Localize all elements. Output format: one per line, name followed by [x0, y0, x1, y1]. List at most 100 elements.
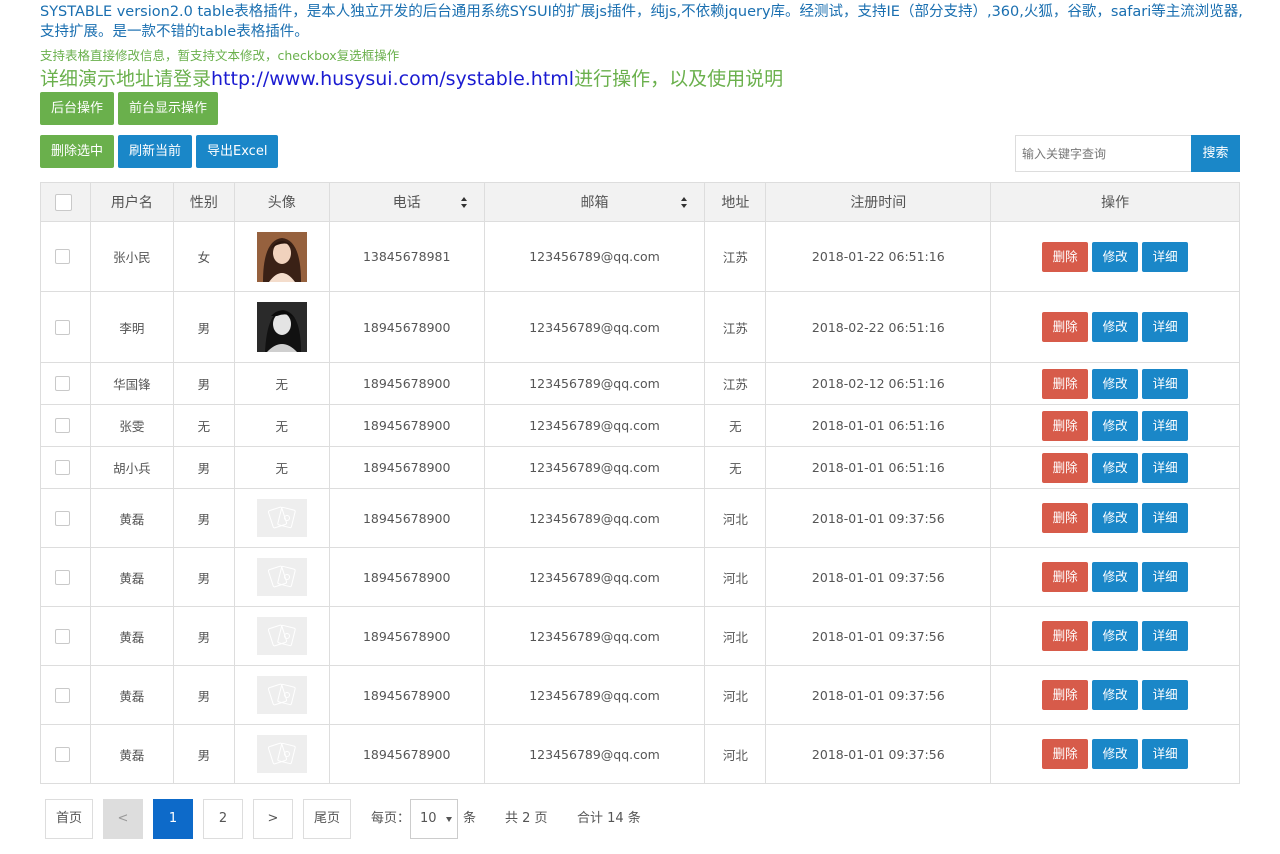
page-2-button[interactable]: 2	[203, 799, 243, 839]
header-phone[interactable]: 电话	[329, 183, 485, 222]
delete-row-button[interactable]: 删除	[1042, 452, 1089, 483]
actions-cell: 删除 修改 详细	[991, 666, 1241, 725]
edit-row-button[interactable]: 修改	[1092, 503, 1139, 533]
avatar-cell	[234, 489, 330, 548]
prev-page-button[interactable]: <	[103, 799, 143, 839]
demo-suffix: 进行操作，以及使用说明	[574, 68, 784, 90]
demo-link[interactable]: http://www.husysui.com/systable.html	[211, 68, 574, 90]
edit-row-button[interactable]: 修改	[1092, 452, 1139, 483]
backend-mode-button[interactable]: 后台操作	[40, 92, 115, 125]
address-cell: 江苏	[705, 363, 767, 405]
refresh-button[interactable]: 刷新当前	[118, 135, 193, 168]
delete-row-button[interactable]: 删除	[1042, 621, 1089, 651]
avatar-none-text: 无	[275, 377, 289, 392]
row-checkbox[interactable]	[55, 249, 70, 264]
detail-row-button[interactable]: 详细	[1142, 503, 1189, 533]
delete-row-button[interactable]: 删除	[1042, 503, 1089, 533]
edit-row-button[interactable]: 修改	[1092, 312, 1139, 342]
header-email[interactable]: 邮箱	[484, 183, 706, 222]
delete-row-button[interactable]: 删除	[1042, 312, 1089, 342]
demo-line: 详细演示地址请登录http://www.husysui.com/systable…	[40, 64, 783, 91]
avatar-cell: 无	[234, 405, 330, 447]
delete-row-button[interactable]: 删除	[1042, 739, 1089, 769]
row-checkbox[interactable]	[55, 746, 70, 762]
detail-row-button[interactable]: 详细	[1142, 562, 1189, 592]
row-checkbox[interactable]	[55, 376, 70, 391]
row-actions: 删除 修改 详细	[1042, 562, 1189, 592]
detail-row-button[interactable]: 详细	[1142, 621, 1189, 651]
detail-row-button[interactable]: 详细	[1142, 452, 1189, 483]
avatar-none-text: 无	[275, 419, 289, 434]
phone-cell: 18945678900	[329, 447, 485, 489]
username-cell: 黄磊	[90, 489, 174, 548]
frontend-mode-button[interactable]: 前台显示操作	[118, 92, 219, 125]
edit-row-button[interactable]: 修改	[1092, 410, 1139, 441]
gender-cell: 男	[173, 548, 235, 607]
table-row: 黄磊男 18945678900 123456789@qq.com 河北 2018-01-…	[41, 666, 1241, 725]
user-table: 用户名 性别 头像 电话 邮箱 地址 注册时间 操作 张小民女 138456789…	[40, 182, 1241, 784]
address-cell: 河北	[705, 489, 767, 548]
address-cell: 江苏	[705, 222, 767, 292]
row-checkbox-cell	[41, 222, 91, 292]
row-checkbox-cell	[41, 447, 91, 489]
actions-cell: 删除 修改 详细	[991, 292, 1241, 363]
address-cell: 无	[705, 447, 767, 489]
actions-cell: 删除 修改 详细	[991, 363, 1241, 405]
row-checkbox[interactable]	[55, 628, 70, 644]
export-excel-button[interactable]: 导出Excel	[196, 135, 279, 168]
detail-row-button[interactable]: 详细	[1142, 241, 1189, 272]
email-cell: 123456789@qq.com	[484, 489, 706, 548]
gender-cell: 无	[173, 405, 235, 447]
detail-row-button[interactable]: 详细	[1142, 312, 1189, 342]
delete-row-button[interactable]: 删除	[1042, 368, 1089, 399]
register-time-cell: 2018-01-22 06:51:16	[766, 222, 992, 292]
edit-row-button[interactable]: 修改	[1092, 621, 1139, 651]
table-row: 黄磊男 18945678900 123456789@qq.com 河北 2018-01-…	[41, 489, 1241, 548]
first-page-button[interactable]: 首页	[45, 799, 93, 839]
select-all-checkbox[interactable]	[55, 194, 72, 211]
table-row: 胡小兵男无 18945678900 123456789@qq.com 无 2018-01…	[41, 447, 1241, 489]
row-checkbox-cell	[41, 489, 91, 548]
avatar-cell	[234, 666, 330, 725]
row-checkbox[interactable]	[55, 569, 70, 585]
row-checkbox[interactable]	[55, 460, 70, 475]
avatar-cell	[234, 607, 330, 666]
username-cell: 黄磊	[90, 607, 174, 666]
feature-note: 支持表格直接修改信息，暂支持文本修改，checkbox复选框操作	[40, 48, 400, 63]
email-cell: 123456789@qq.com	[484, 222, 706, 292]
page-1-button[interactable]: 1	[153, 799, 193, 839]
delete-row-button[interactable]: 删除	[1042, 562, 1089, 592]
delete-selected-button[interactable]: 删除选中	[40, 135, 115, 168]
delete-row-button[interactable]: 删除	[1042, 410, 1089, 441]
row-checkbox[interactable]	[55, 687, 70, 703]
search-input[interactable]	[1015, 135, 1191, 172]
gender-cell: 女	[173, 222, 235, 292]
edit-row-button[interactable]: 修改	[1092, 739, 1139, 769]
address-cell: 河北	[705, 548, 767, 607]
detail-row-button[interactable]: 详细	[1142, 680, 1189, 710]
detail-row-button[interactable]: 详细	[1142, 368, 1189, 399]
header-address: 地址	[705, 183, 767, 222]
sort-phone-icon[interactable]	[460, 197, 468, 208]
edit-row-button[interactable]: 修改	[1092, 680, 1139, 710]
delete-row-button[interactable]: 删除	[1042, 241, 1089, 272]
row-checkbox[interactable]	[55, 510, 70, 526]
detail-row-button[interactable]: 详细	[1142, 410, 1189, 441]
next-page-button[interactable]: >	[253, 799, 293, 839]
header-gender: 性别	[173, 183, 235, 222]
table-row: 张雯无无 18945678900 123456789@qq.com 无 2018-01-…	[41, 405, 1241, 447]
edit-row-button[interactable]: 修改	[1092, 368, 1139, 399]
row-checkbox[interactable]	[55, 418, 70, 433]
header-actions: 操作	[991, 183, 1241, 222]
delete-row-button[interactable]: 删除	[1042, 680, 1089, 710]
phone-cell: 18945678900	[329, 725, 485, 784]
edit-row-button[interactable]: 修改	[1092, 241, 1139, 272]
edit-row-button[interactable]: 修改	[1092, 562, 1139, 592]
sort-email-icon[interactable]	[681, 197, 688, 208]
actions-cell: 删除 修改 详细	[991, 447, 1241, 489]
row-checkbox[interactable]	[55, 319, 70, 335]
search-button[interactable]: 搜索	[1191, 135, 1240, 172]
detail-row-button[interactable]: 详细	[1142, 739, 1189, 769]
last-page-button[interactable]: 尾页	[303, 799, 351, 839]
page-size-select[interactable]: 10	[410, 799, 458, 839]
